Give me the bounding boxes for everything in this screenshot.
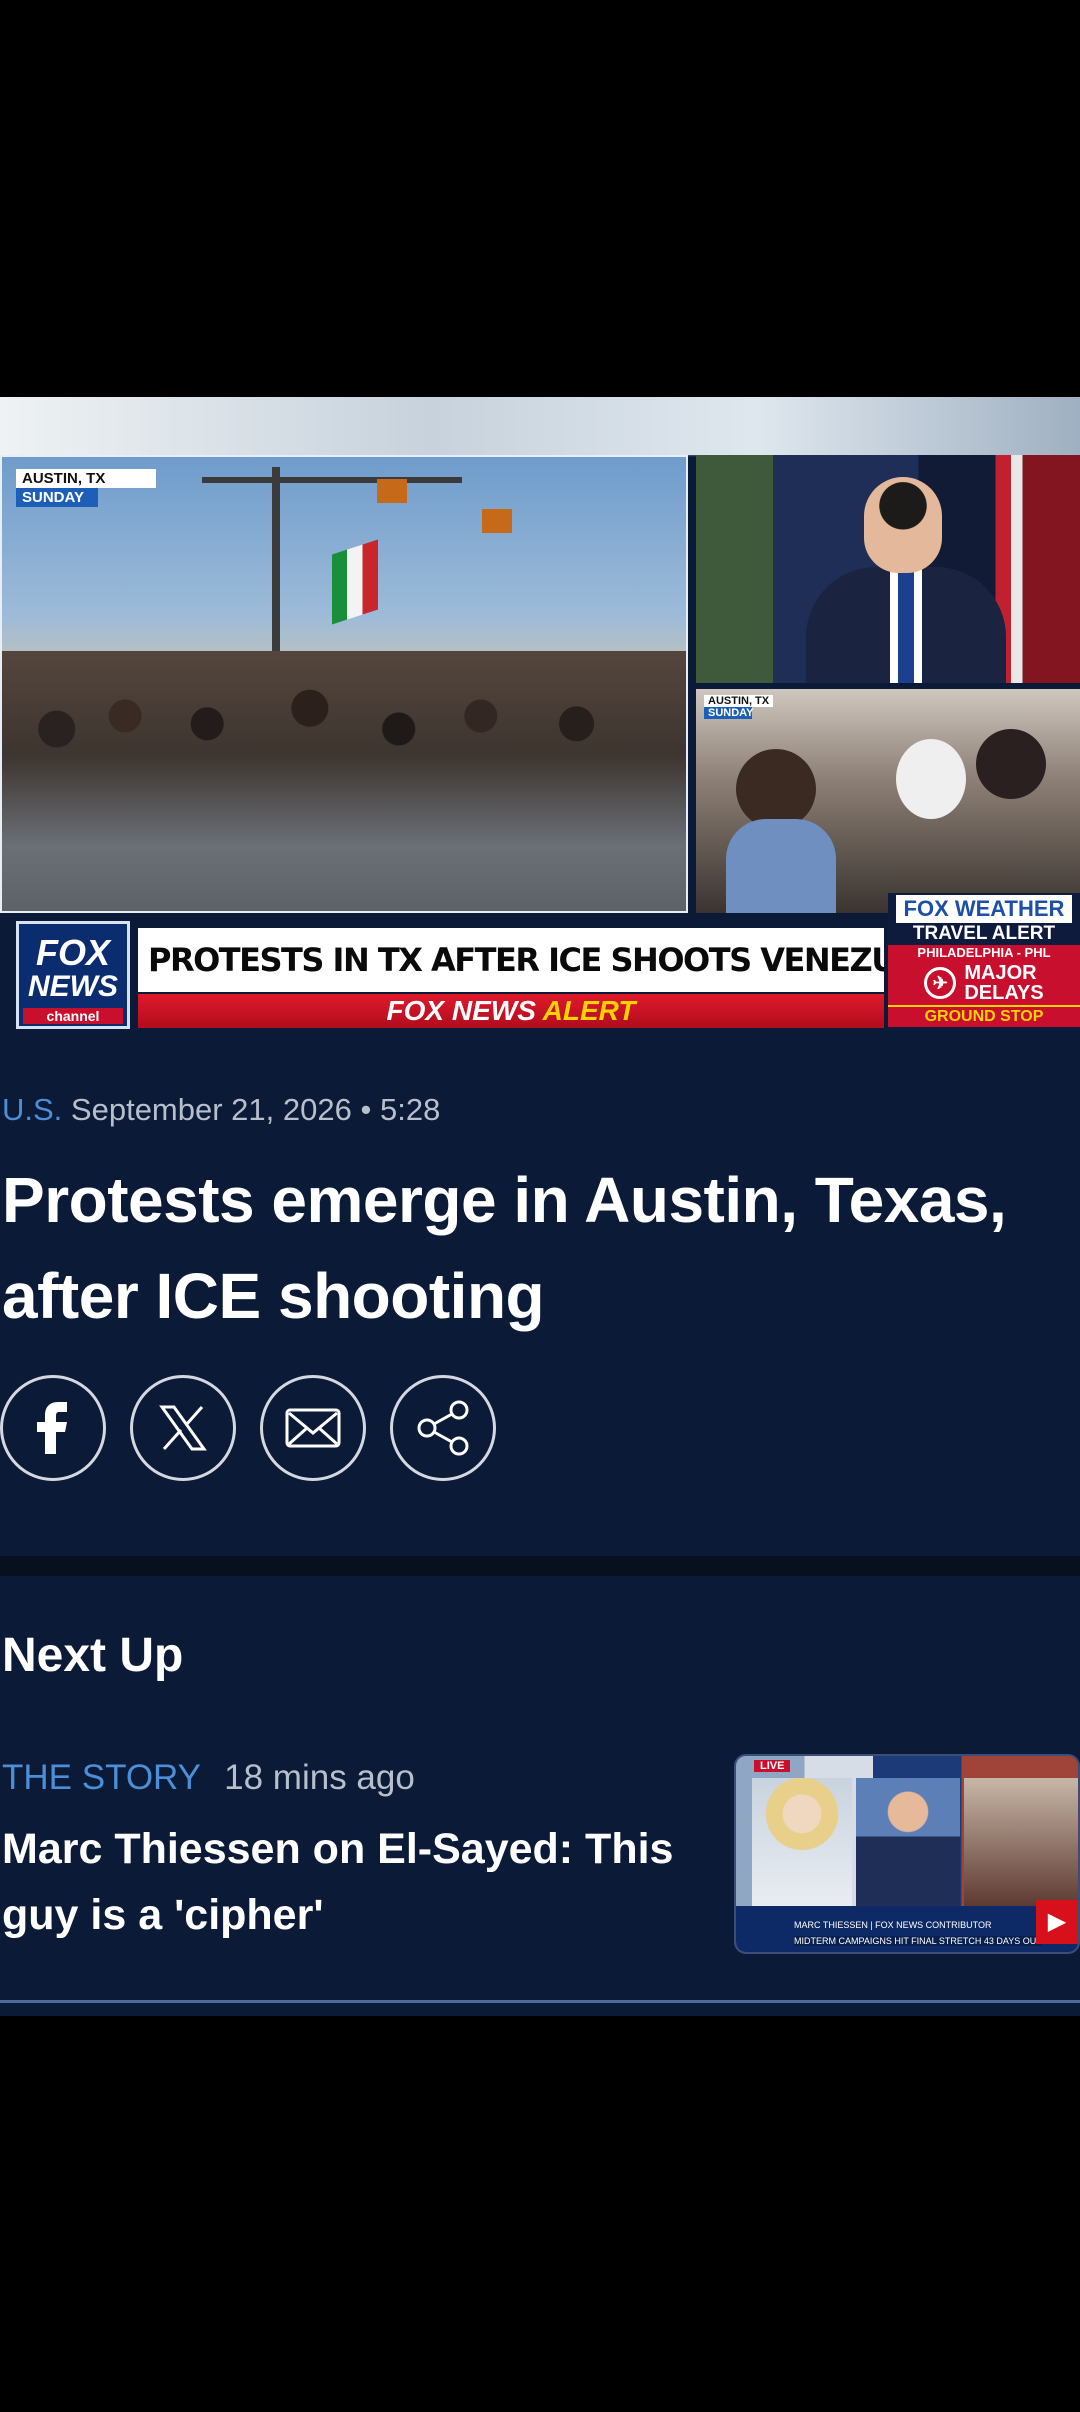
day-label: SUNDAY <box>16 488 98 507</box>
chyron-headline: PROTESTS IN TX AFTER ICE SHOOTS VENEZUEL… <box>138 928 884 992</box>
share-bar <box>0 1375 496 1481</box>
video-duration: 5:28 <box>379 1092 441 1127</box>
story-meta: THE STORY 18 mins ago <box>2 1758 415 1798</box>
section-divider <box>0 1556 1080 1576</box>
weather-delays-text: DELAYS <box>964 982 1044 1004</box>
weather-major: MAJOR <box>964 962 1037 984</box>
share-icon <box>417 1400 469 1456</box>
logo-fox: FOX <box>35 932 110 973</box>
thumb-lower-text-2: MIDTERM CAMPAIGNS HIT FINAL STRETCH 43 D… <box>794 1936 1042 1946</box>
traffic-arm <box>202 477 462 483</box>
live-badge: LIVE <box>754 1760 791 1772</box>
x-share-button[interactable] <box>130 1375 236 1481</box>
protest-footage: AUSTIN, TX SUNDAY <box>0 455 688 913</box>
email-icon <box>285 1408 341 1448</box>
meta-separator: • <box>360 1092 372 1127</box>
top-letterbox <box>0 0 1080 397</box>
traffic-light <box>482 509 512 533</box>
weather-ground-stop: GROUND STOP <box>888 1005 1080 1027</box>
next-story-title[interactable]: Marc Thiessen on El-Sayed: This guy is a… <box>2 1816 702 1948</box>
side-location-tag: AUSTIN, TX SUNDAY <box>704 695 774 719</box>
protester <box>736 749 816 829</box>
fox-weather-alert: FOX WEATHER TRAVEL ALERT PHILADELPHIA - … <box>888 893 1080 1031</box>
side-location-label: AUSTIN, TX <box>704 695 774 707</box>
anchor-suit <box>806 567 1006 683</box>
weather-sub: TRAVEL ALERT <box>912 923 1056 944</box>
thumb-lower-third: MARC THIESSEN | FOX NEWS CONTRIBUTOR MID… <box>736 1906 1078 1952</box>
logo-channel: channel <box>23 1008 123 1024</box>
weather-city: PHILADELPHIA - PHL <box>888 945 1080 961</box>
location-label: AUSTIN, TX <box>16 469 156 488</box>
play-icon[interactable]: ▶ <box>1036 1900 1078 1944</box>
side-day-label: SUNDAY <box>704 707 753 719</box>
thumb-guest-window <box>856 1778 960 1908</box>
weather-delays: ✈ MAJOR DELAYS <box>888 961 1080 1005</box>
bottom-letterbox <box>0 2016 1080 2412</box>
protester <box>896 739 966 819</box>
facebook-icon <box>37 1402 67 1454</box>
thumb-host-window <box>752 1778 852 1906</box>
article-meta: U.S. September 21, 2026 • 5:28 <box>2 1092 440 1128</box>
mexican-flag <box>332 539 378 625</box>
x-icon <box>159 1405 207 1451</box>
airplane-icon: ✈ <box>924 967 957 999</box>
location-tag: AUSTIN, TX SUNDAY <box>16 469 156 507</box>
thumb-footage-window <box>964 1778 1078 1906</box>
weather-logo: FOX WEATHER <box>896 895 1072 923</box>
alert-word: ALERT <box>542 995 636 1026</box>
show-link[interactable]: THE STORY <box>2 1758 200 1797</box>
protester <box>976 729 1046 799</box>
protester <box>726 819 836 913</box>
article-date: September 21, 2026 <box>70 1092 352 1127</box>
email-share-button[interactable] <box>260 1375 366 1481</box>
share-button[interactable] <box>390 1375 496 1481</box>
bottom-divider <box>0 2000 1080 2003</box>
news-alert-bar: FOX NEWS ALERT <box>138 994 884 1028</box>
anchor-footage <box>696 455 1080 683</box>
anchor-face <box>864 477 942 573</box>
article-title: Protests emerge in Austin, Texas, after … <box>2 1164 1007 1332</box>
time-ago: 18 mins ago <box>224 1758 415 1797</box>
side-protest-footage: AUSTIN, TX SUNDAY <box>696 689 1080 913</box>
studio-background <box>0 397 1080 455</box>
next-up-section: Next Up THE STORY 18 mins ago Marc Thies… <box>0 1576 1080 2016</box>
fox-news-channel-logo: FOX NEWS channel <box>16 921 130 1029</box>
thumb-lower-text: MARC THIESSEN | FOX NEWS CONTRIBUTOR <box>794 1920 992 1930</box>
next-story-thumbnail[interactable]: LIVE MARC THIESSEN | FOX NEWS CONTRIBUTO… <box>734 1754 1080 1954</box>
logo-news: NEWS <box>28 970 118 1003</box>
article-info: U.S. September 21, 2026 • 5:28 Protests … <box>0 1060 1080 1556</box>
traffic-light <box>377 479 407 503</box>
alert-prefix: FOX NEWS <box>386 995 536 1026</box>
protest-crowd <box>2 651 686 911</box>
facebook-share-button[interactable] <box>0 1375 106 1481</box>
next-up-heading: Next Up <box>2 1629 184 1682</box>
category-link[interactable]: U.S. <box>2 1092 62 1127</box>
video-player[interactable]: AUSTIN, TX SUNDAY AUSTIN, TX SUNDAY FOX … <box>0 397 1080 1060</box>
